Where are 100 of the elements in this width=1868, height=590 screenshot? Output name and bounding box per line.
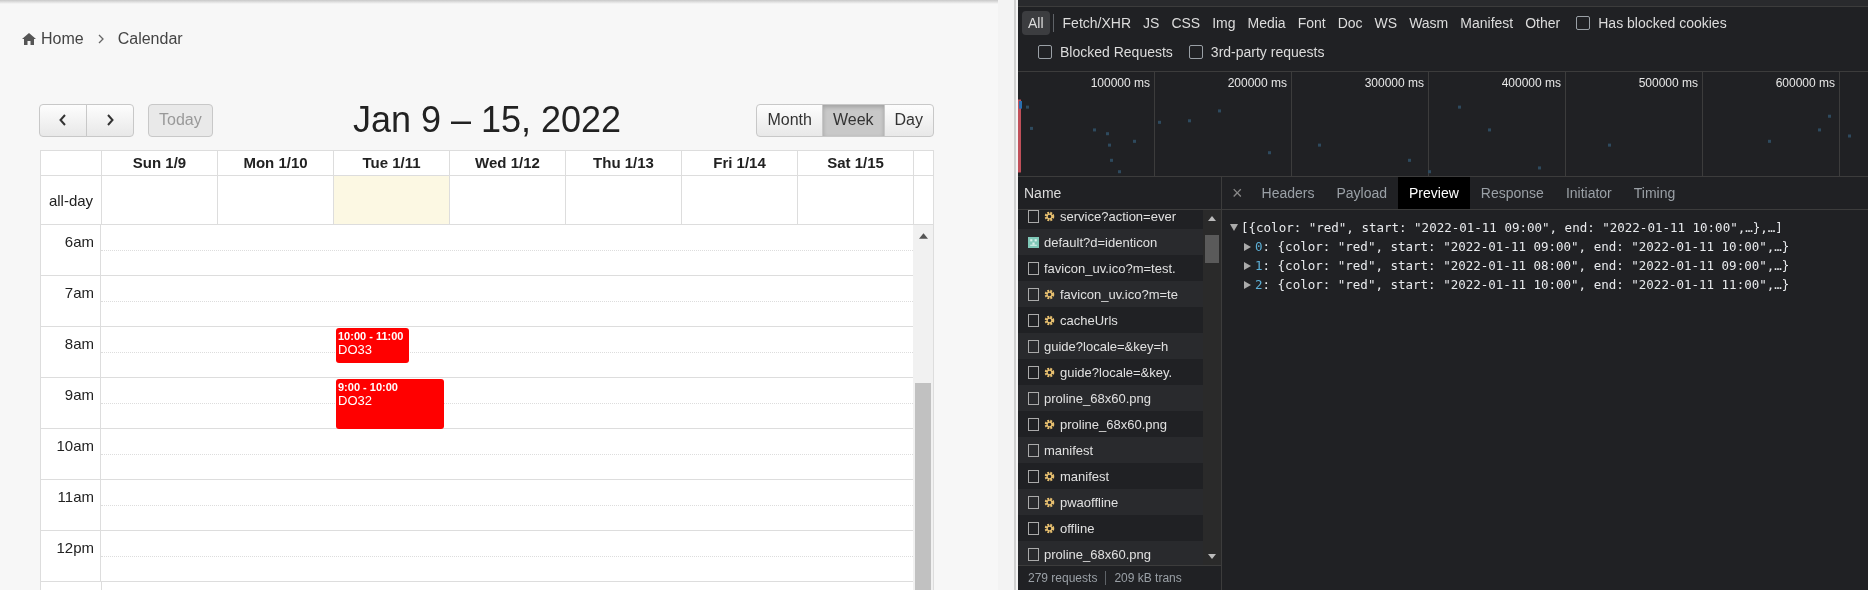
day-header: Sat 1/15	[798, 151, 914, 176]
gear-icon	[1044, 496, 1055, 508]
request-row[interactable]: proline_68x60.png	[1018, 541, 1203, 565]
gear-icon	[1044, 366, 1055, 378]
time-label: 10am	[41, 429, 101, 479]
expand-icon[interactable]	[1244, 261, 1252, 270]
array-index: 1	[1255, 258, 1263, 273]
filter-chip[interactable]: CSS	[1165, 11, 1207, 35]
json-line: : {color: "red", start: "2022-01-11 09:00", end: "2022-01-11 10:00",…}	[1262, 239, 1790, 254]
timeline-tick-label: 500000 ms	[1638, 76, 1698, 90]
checkbox-label: 3rd-party requests	[1210, 44, 1325, 60]
home-icon	[22, 33, 36, 45]
time-label: 7am	[41, 276, 101, 326]
gear-icon	[1044, 418, 1055, 430]
tab[interactable]: Payload	[1325, 177, 1399, 209]
file-icon	[1028, 339, 1039, 353]
time-label: 12pm	[41, 531, 101, 581]
file-icon	[1028, 287, 1039, 301]
filter-chip[interactable]: Media	[1241, 11, 1292, 35]
scroll-down-icon[interactable]	[1208, 554, 1216, 559]
filter-chip[interactable]: Manifest	[1454, 11, 1520, 35]
tab[interactable]: Headers	[1250, 177, 1326, 209]
file-icon	[1028, 313, 1039, 327]
file-icon	[1028, 547, 1039, 561]
checkbox[interactable]	[1188, 45, 1203, 59]
scroll-thumb[interactable]	[1205, 235, 1219, 263]
scrollbar[interactable]	[913, 225, 933, 590]
scroll-up-icon[interactable]	[918, 233, 928, 239]
file-icon	[1028, 443, 1039, 457]
file-icon	[1028, 261, 1039, 275]
file-icon	[1028, 495, 1039, 509]
gear-icon	[1044, 288, 1055, 300]
array-index: 2	[1255, 277, 1263, 292]
image-thumbnail-icon	[1028, 236, 1039, 248]
checkbox-label: Has blocked cookies	[1598, 15, 1727, 31]
request-row[interactable]: pwaoffline	[1018, 489, 1203, 515]
json-line: : {color: "red", start: "2022-01-11 08:00", end: "2022-01-11 09:00",…}	[1262, 258, 1790, 273]
checkbox[interactable]	[1038, 45, 1052, 59]
expand-icon[interactable]	[1244, 280, 1252, 289]
filter-chip[interactable]: Wasm	[1403, 11, 1455, 35]
time-label: 11am	[41, 480, 101, 530]
file-icon	[1028, 210, 1039, 223]
checkbox[interactable]	[1576, 16, 1591, 30]
request-row[interactable]: guide?locale=&key=h	[1018, 333, 1203, 359]
file-icon	[1028, 365, 1039, 379]
chevron-icon	[97, 34, 104, 44]
breadcrumb-item: Calendar	[117, 30, 183, 48]
gear-icon	[1044, 210, 1055, 222]
filter-chip[interactable]: Img	[1206, 11, 1242, 35]
view-button[interactable]: Month	[756, 103, 823, 137]
gear-icon	[1044, 470, 1055, 482]
filter-chip[interactable]: JS	[1137, 11, 1166, 35]
request-row[interactable]: favicon_uv.ico?m=te	[1018, 281, 1203, 307]
day-header: Thu 1/13	[566, 151, 682, 176]
filter-chip[interactable]: All	[1022, 11, 1050, 35]
filter-chip[interactable]: WS	[1368, 11, 1404, 35]
file-icon	[1028, 391, 1039, 405]
scrollbar[interactable]	[1203, 210, 1221, 565]
time-label: 8am	[41, 327, 101, 377]
status-text: 279 requests	[1028, 571, 1098, 585]
chevron-left-icon	[59, 114, 67, 126]
request-row[interactable]: proline_68x60.png	[1018, 385, 1203, 411]
file-icon	[1028, 521, 1039, 535]
request-row[interactable]: manifest	[1018, 437, 1203, 463]
scroll-up-icon[interactable]	[1208, 216, 1216, 221]
filter-chip[interactable]: Font	[1291, 11, 1332, 35]
expand-icon[interactable]	[1230, 223, 1238, 232]
array-index: 0	[1255, 239, 1263, 254]
day-header: Mon 1/10	[218, 151, 334, 176]
filter-chip[interactable]: Other	[1519, 11, 1567, 35]
close-button[interactable]: ×	[1232, 177, 1251, 209]
tab[interactable]: Initiator	[1554, 177, 1623, 209]
filter-chip[interactable]: Doc	[1331, 11, 1369, 35]
request-row[interactable]: default?d=identicon	[1018, 229, 1203, 255]
tab[interactable]: Timing	[1622, 177, 1687, 209]
view-button[interactable]: Day	[883, 103, 934, 137]
timeline-tick-label: 400000 ms	[1501, 76, 1561, 90]
filter-chip[interactable]: Fetch/XHR	[1056, 11, 1138, 35]
calendar-event[interactable]: 10:00 - 11:00 DO33	[336, 328, 409, 363]
file-icon	[1028, 469, 1039, 483]
timeline-tick-label: 200000 ms	[1227, 76, 1287, 90]
json-line: : {color: "red", start: "2022-01-11 10:00", end: "2022-01-11 11:00",…}	[1262, 277, 1790, 292]
day-header: Fri 1/14	[682, 151, 798, 176]
home-link[interactable]: Home	[41, 30, 84, 48]
file-icon	[1028, 417, 1039, 431]
tab[interactable]: Response	[1469, 177, 1555, 209]
time-label: 6am	[41, 225, 101, 275]
day-header: Wed 1/12	[450, 151, 566, 176]
gear-icon	[1044, 314, 1055, 326]
checkbox-label: Blocked Requests	[1060, 44, 1173, 60]
tab[interactable]: Preview	[1398, 177, 1470, 209]
calendar-event[interactable]: 9:00 - 10:00 DO32	[336, 379, 444, 429]
status-text: 209 kB trans	[1114, 571, 1182, 585]
chevron-right-icon	[106, 114, 114, 126]
timeline-tick-label: 300000 ms	[1364, 76, 1424, 90]
expand-icon[interactable]	[1244, 242, 1252, 251]
gear-icon	[1044, 522, 1055, 534]
view-button[interactable]: Week	[821, 103, 885, 137]
timeline-tick-label: 100000 ms	[1090, 76, 1150, 90]
calendar-title: Jan 9 – 15, 2022	[352, 99, 622, 141]
